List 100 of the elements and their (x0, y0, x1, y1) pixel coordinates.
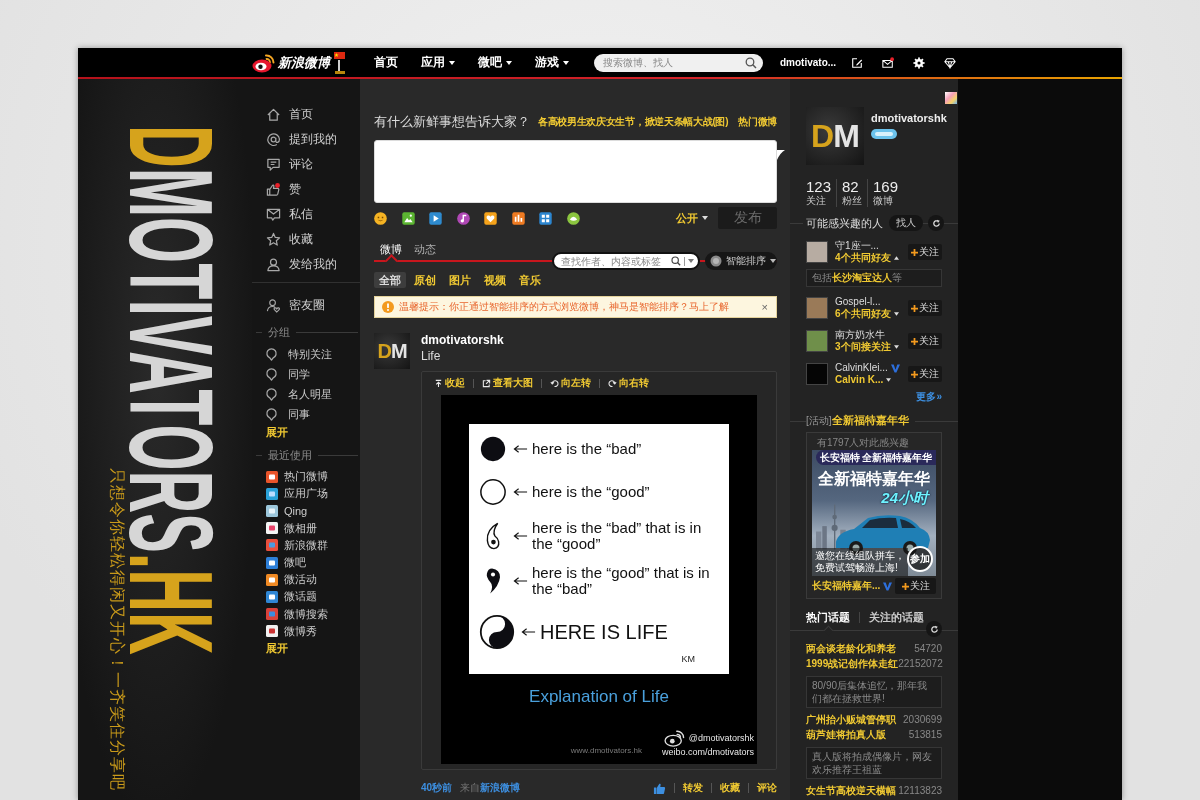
stat-link[interactable]: 123 关注 (806, 179, 837, 207)
image-action-link[interactable]: 查看大图 (482, 376, 533, 390)
logo-avatar[interactable]: DM (806, 107, 864, 165)
topic-link[interactable]: 1999战记创作体走红 (806, 656, 899, 671)
filter-tab[interactable]: 全部 (374, 272, 406, 288)
topic-link[interactable]: 两会谈老龄化和养老 (806, 641, 896, 656)
filter-tab[interactable]: 视频 (479, 272, 511, 288)
app-link[interactable]: 微相册 (252, 519, 360, 537)
logo-avatar[interactable]: DM (374, 333, 410, 369)
sidebar-item[interactable]: 收藏 (252, 227, 360, 252)
nav-link[interactable]: 首页 (374, 54, 398, 71)
topic-tab[interactable]: 关注的话题 (869, 610, 924, 630)
sidebar-item[interactable]: 赞 (252, 177, 360, 202)
account-name-link[interactable]: 长安福特嘉年... (812, 579, 893, 593)
user-name-link[interactable]: Gospel-l... (835, 296, 881, 308)
sidebar-item[interactable]: 发给我的 (252, 252, 360, 277)
video-icon[interactable] (429, 211, 442, 225)
app-link[interactable]: 微吧 (252, 553, 360, 572)
app-link[interactable]: 微博秀 (252, 622, 360, 640)
post-image[interactable] (441, 395, 757, 764)
app-link[interactable]: 应用广场 (252, 485, 360, 503)
user-name-link[interactable]: 守1座一... (835, 240, 879, 252)
post-input-field[interactable] (374, 140, 777, 203)
nav-link[interactable]: 微吧 (478, 54, 512, 71)
edit-icon[interactable] (851, 56, 864, 69)
follow-button[interactable]: 关注 (908, 300, 942, 316)
topic-link[interactable]: 葫芦娃将拍真人版 (806, 727, 886, 742)
group-item[interactable]: 名人明星 (252, 384, 360, 404)
post-time-link[interactable]: 40秒前 (421, 781, 453, 795)
caret-icon[interactable] (688, 259, 694, 263)
mail-icon[interactable] (882, 56, 895, 69)
theme-tile-icon[interactable] (945, 92, 957, 104)
grid-icon[interactable] (539, 211, 552, 225)
search-icon[interactable] (671, 256, 681, 266)
thumbs-up-icon[interactable] (653, 781, 666, 795)
post-action-link[interactable]: 转发 (683, 781, 703, 795)
follow-button[interactable]: 关注 (908, 333, 942, 349)
stat-link[interactable]: 169 微博 (867, 179, 904, 207)
join-button[interactable]: 参加 (907, 546, 933, 572)
filter-tab[interactable]: 音乐 (514, 272, 546, 288)
follow-button[interactable]: 关注 (895, 578, 936, 594)
refresh-button[interactable] (926, 621, 942, 637)
sort-dropdown[interactable]: 智能排序 (705, 252, 777, 270)
group-item[interactable]: 特别关注 (252, 344, 360, 364)
app-link[interactable]: 微活动 (252, 571, 360, 589)
leaf-icon[interactable] (566, 211, 580, 225)
expand-link[interactable]: 展开 (266, 639, 288, 656)
image-action-link[interactable]: 收起 (434, 376, 465, 390)
activity-title-link[interactable]: 全新福特嘉年华 (831, 414, 915, 428)
visibility-dropdown[interactable]: 公开 (676, 210, 708, 226)
app-link[interactable]: 微话题 (252, 588, 360, 606)
relation-toggle[interactable]: 6个共同好友 (835, 308, 899, 320)
topic-link[interactable]: 女生节高校逆天横幅 (806, 783, 896, 798)
follow-button[interactable]: 关注 (908, 244, 942, 260)
expand-link[interactable]: 展开 (266, 424, 288, 440)
sidebar-item[interactable]: 私信 (252, 202, 360, 227)
smiley-icon[interactable] (374, 211, 387, 225)
profile-name[interactable]: dmotivatorshk (871, 112, 947, 124)
user-name-link[interactable]: 南方奶水牛 (835, 329, 885, 341)
sidebar-item[interactable]: 首页 (252, 102, 360, 127)
more-link[interactable]: 更多» (916, 390, 942, 404)
ad-banner[interactable]: 长安福特 全新福特嘉年华 全新福特嘉年华 24小时 邀您在线组队拼车，免费试驾畅游上海! 参加 (812, 450, 936, 576)
close-button[interactable]: × (759, 301, 770, 313)
settings-icon[interactable] (913, 56, 926, 69)
relation-toggle[interactable]: 4个共同好友 (835, 252, 899, 264)
nav-link[interactable]: 应用 (421, 54, 455, 71)
post-action-link[interactable]: 评论 (757, 781, 777, 795)
sidebar-item[interactable]: 提到我的 (252, 127, 360, 152)
diamond-icon[interactable] (944, 56, 957, 69)
image-action-link[interactable]: 向右转 (608, 376, 649, 390)
sidebar-item[interactable]: 密友圈 (252, 293, 360, 317)
nav-link[interactable]: 游戏 (535, 54, 569, 71)
refresh-button[interactable] (928, 215, 944, 231)
logo-icon[interactable] (252, 52, 276, 73)
group-item[interactable]: 同学 (252, 364, 360, 384)
avatar-photo[interactable] (806, 330, 828, 352)
group-item[interactable]: 同事 (252, 404, 360, 424)
logo-text[interactable]: 新浪微博 (278, 53, 330, 72)
search-field[interactable]: 搜索微博、找人 (594, 53, 763, 72)
relation-toggle[interactable]: Calvin K... (835, 374, 892, 386)
app-link[interactable]: 热门微博 (252, 468, 360, 486)
source-link[interactable]: 新浪微博 (480, 781, 521, 795)
app-link[interactable]: 新浪微群 (252, 536, 360, 554)
bar-chart-icon[interactable] (511, 211, 525, 225)
author-name[interactable]: dmotivatorshk (421, 333, 504, 347)
avatar-photo[interactable] (806, 297, 828, 319)
hot-posts-link[interactable]: 热门微博 (738, 115, 777, 129)
filter-tab[interactable]: 图片 (444, 272, 476, 288)
hot-topic-link[interactable]: 各高校男生欢庆女生节，掀逆天条幅大战(图) (537, 115, 729, 129)
feed-tab[interactable]: 动态 (408, 238, 442, 260)
music-note-icon[interactable] (456, 211, 470, 225)
filter-tab[interactable]: 原创 (409, 272, 441, 288)
post-action-link[interactable]: 收藏 (720, 781, 740, 795)
avatar-photo[interactable] (806, 241, 828, 263)
username-link[interactable]: dmotivato... (780, 57, 837, 68)
find-people-button[interactable]: 找人 (889, 215, 923, 231)
search-icon[interactable] (745, 56, 757, 69)
sidebar-item[interactable]: 评论 (252, 152, 360, 177)
app-link[interactable]: 微博搜索 (252, 605, 360, 623)
image-action-link[interactable]: 向左转 (550, 376, 591, 390)
